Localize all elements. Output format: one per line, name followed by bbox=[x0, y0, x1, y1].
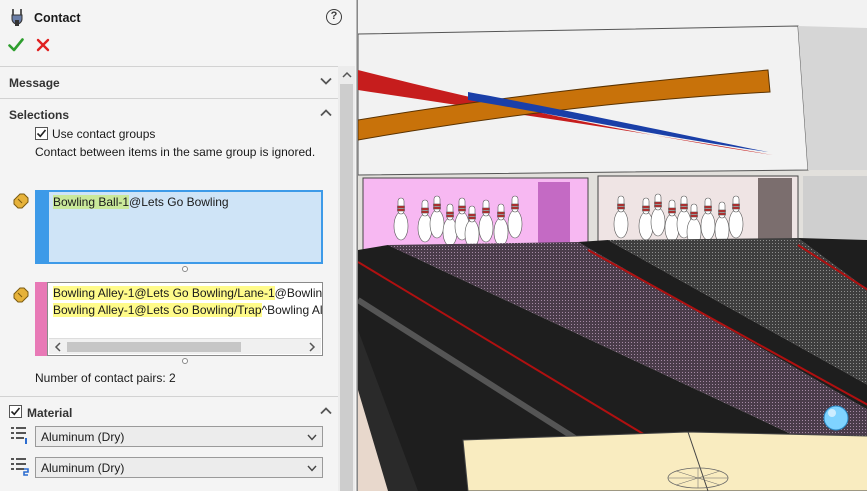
material-list-1-icon bbox=[11, 427, 27, 444]
group1-selection-box[interactable]: Bowling Ball-1@Lets Go Bowling bbox=[47, 190, 323, 264]
group1-color-strip bbox=[35, 190, 47, 264]
material-list-2-icon bbox=[11, 458, 29, 476]
help-icon[interactable]: ? bbox=[326, 9, 342, 25]
chevron-down-icon bbox=[307, 434, 317, 441]
property-manager-panel: Contact ? Message Selections Use contact… bbox=[0, 0, 357, 491]
group2-horizontal-scrollbar[interactable] bbox=[49, 338, 321, 354]
checkmark-icon bbox=[10, 407, 21, 416]
chevron-down-icon bbox=[307, 465, 317, 472]
contact-groups-note: Contact between items in the same group … bbox=[35, 145, 316, 159]
selections-group-header[interactable]: Selections bbox=[0, 98, 338, 128]
ok-checkmark-icon[interactable] bbox=[8, 37, 24, 53]
bowling-alley-model[interactable] bbox=[358, 0, 867, 491]
material-group-header[interactable]: Material bbox=[0, 396, 338, 426]
chevron-down-icon[interactable] bbox=[320, 77, 332, 85]
panel-header: Contact ? bbox=[0, 0, 356, 62]
panel-vertical-scrollbar[interactable] bbox=[338, 66, 355, 491]
message-group-title: Message bbox=[9, 76, 60, 90]
chevron-up-icon[interactable] bbox=[320, 109, 332, 117]
group2-color-strip bbox=[35, 282, 47, 356]
scroll-left-arrow-icon[interactable] bbox=[54, 342, 62, 352]
list-item[interactable]: Bowling Alley-1@Lets Go Bowling/Lane-1@B… bbox=[53, 286, 322, 300]
selections-group-title: Selections bbox=[9, 108, 70, 122]
group2-selection-box[interactable]: Bowling Alley-1@Lets Go Bowling/Lane-1@B… bbox=[47, 282, 323, 356]
use-contact-groups-checkbox[interactable] bbox=[35, 127, 48, 140]
message-group-header[interactable]: Message bbox=[0, 66, 338, 96]
panel-title: Contact bbox=[34, 11, 81, 25]
use-contact-groups-label: Use contact groups bbox=[52, 127, 156, 141]
component-selection-icon bbox=[13, 193, 29, 209]
contact-pairs-count: Number of contact pairs: 2 bbox=[35, 371, 176, 385]
material-1-value: Aluminum (Dry) bbox=[41, 430, 125, 444]
bowling-ball[interactable] bbox=[823, 405, 849, 431]
chevron-up-icon[interactable] bbox=[320, 407, 332, 415]
group1-resize-handle[interactable] bbox=[182, 266, 188, 272]
material-checkbox[interactable] bbox=[9, 405, 22, 418]
cancel-x-icon[interactable] bbox=[36, 38, 50, 52]
material-1-dropdown[interactable]: Aluminum (Dry) bbox=[35, 426, 323, 447]
contact-feature-icon bbox=[11, 9, 23, 26]
list-item[interactable]: Bowling Ball-1@Lets Go Bowling bbox=[53, 195, 229, 209]
list-item[interactable]: Bowling Alley-1@Lets Go Bowling/Trap^Bow… bbox=[53, 303, 322, 317]
group2-resize-handle[interactable] bbox=[182, 358, 188, 364]
material-group-title: Material bbox=[27, 406, 73, 420]
scroll-right-arrow-icon[interactable] bbox=[308, 342, 316, 352]
checkmark-icon bbox=[36, 129, 47, 138]
scrollbar-thumb[interactable] bbox=[340, 84, 353, 491]
material-2-dropdown[interactable]: Aluminum (Dry) bbox=[35, 457, 323, 478]
component-selection-icon bbox=[13, 287, 29, 303]
hscroll-thumb[interactable] bbox=[67, 342, 241, 352]
material-2-value: Aluminum (Dry) bbox=[41, 461, 125, 475]
scroll-up-arrow-icon[interactable] bbox=[342, 70, 352, 80]
graphics-viewport[interactable] bbox=[357, 0, 867, 491]
